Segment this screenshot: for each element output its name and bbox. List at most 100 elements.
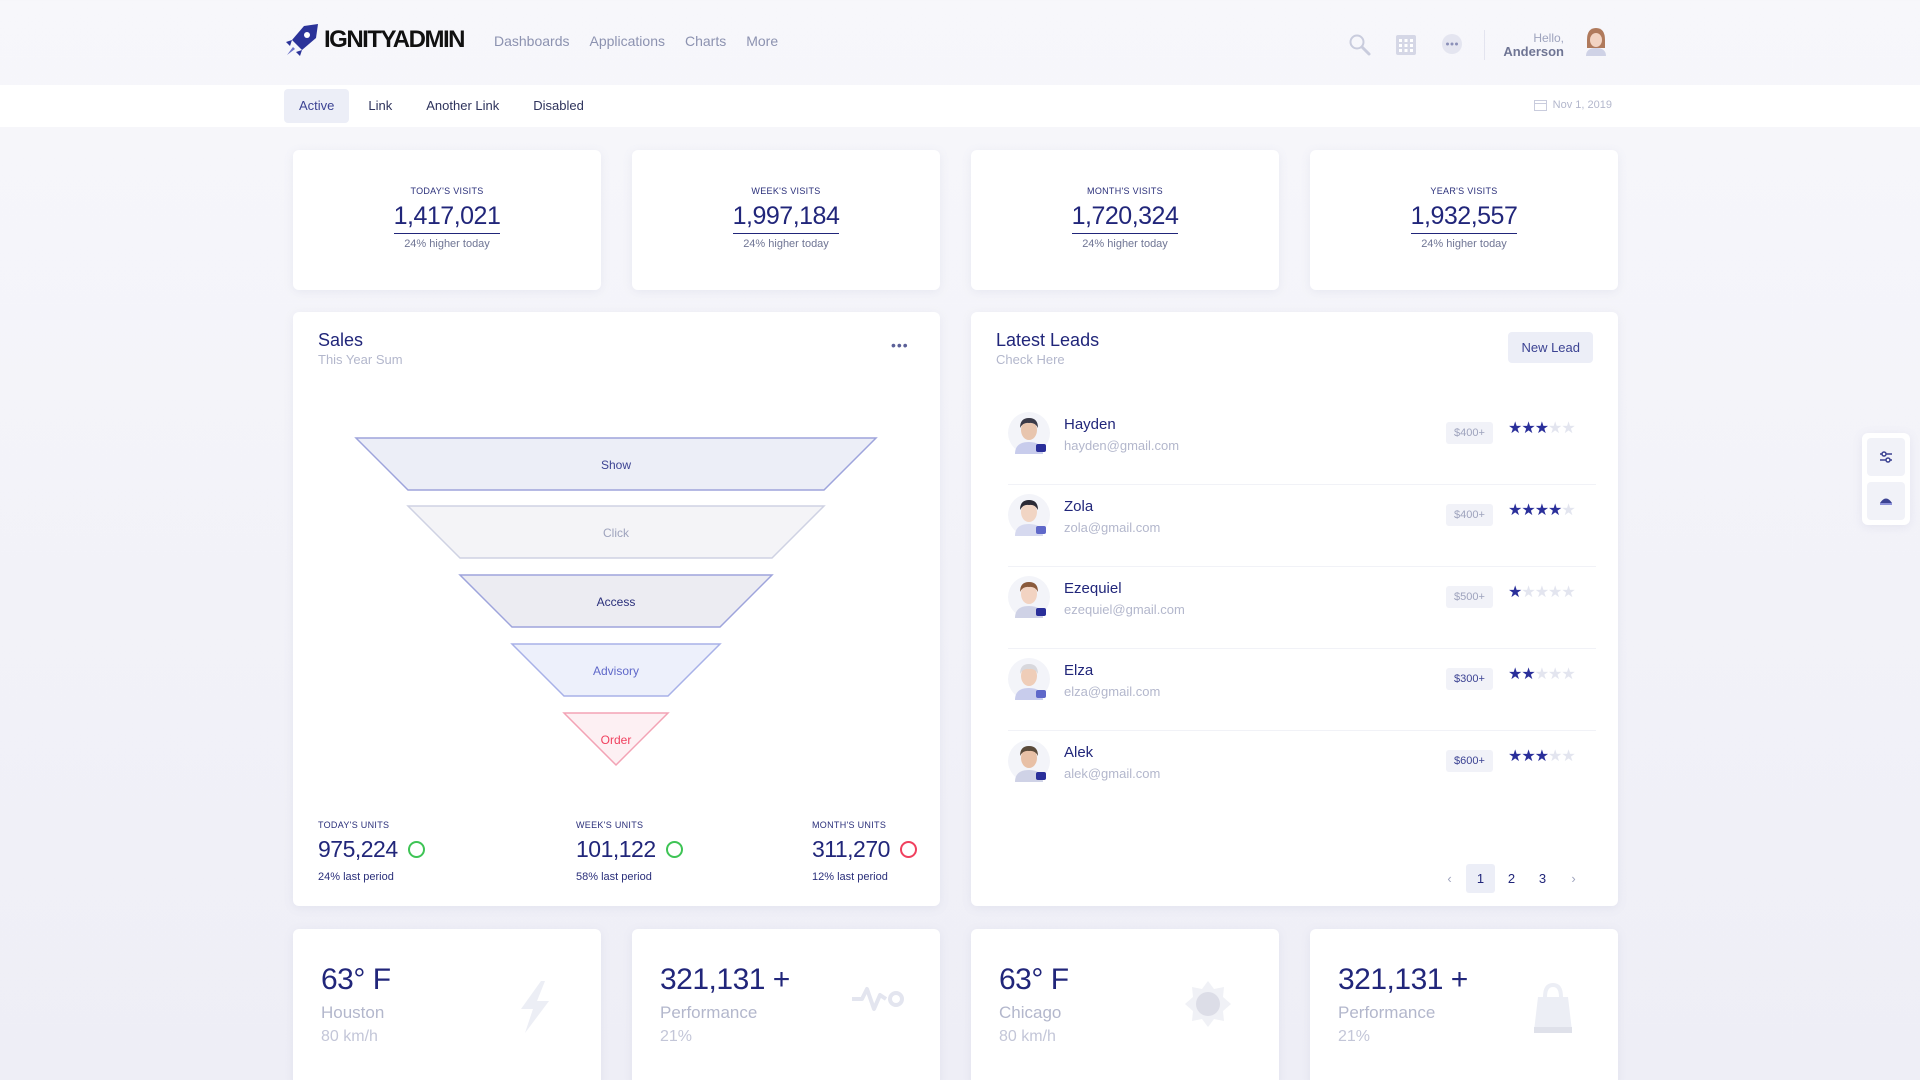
funnel-label: Advisory [593,664,639,678]
tab-another-link[interactable]: Another Link [411,89,514,123]
lead-email: hayden@gmail.com [1064,438,1180,453]
stat-sub: 24% higher today [743,238,829,250]
units-sub: 12% last period [812,871,888,883]
page-1[interactable]: 1 [1466,864,1495,893]
star-icon: ★ [1508,666,1522,683]
funnel-label: Order [601,733,632,747]
lead-name: Zola [1064,498,1094,515]
stat-card-year: YEAR'S VISITS 1,932,557 24% higher today [1310,150,1618,290]
lead-email: ezequiel@gmail.com [1064,602,1185,617]
lead-row[interactable]: Alek alek@gmail.com $600+ ★★★★★ [996,730,1596,812]
theme-icon[interactable] [1867,482,1905,520]
next-page-icon[interactable]: › [1559,864,1588,893]
star-rating: ★★★★★ [1508,746,1576,766]
star-icon: ★ [1561,748,1575,765]
performance-card-1: 321,131 + Performance 21% [632,929,940,1080]
stat-sub: 24% higher today [404,238,490,250]
units-sub: 58% last period [576,871,652,883]
floating-side-panel [1862,433,1910,525]
sun-icon [1185,981,1231,1027]
nav-charts[interactable]: Charts [685,33,726,49]
star-rating: ★★★★★ [1508,664,1576,684]
widget-sub: 21% [1338,1028,1371,1045]
units-today: TODAY'S UNITS 975,224 24% last period [318,820,425,883]
star-icon: ★ [1521,420,1535,437]
lead-avatar [1008,412,1050,454]
sales-subtitle: This Year Sum [318,352,403,367]
lead-price-badge: $500+ [1446,586,1493,608]
nav-applications[interactable]: Applications [590,33,666,49]
date-text: Nov 1, 2019 [1552,99,1612,111]
star-icon: ★ [1508,502,1522,519]
star-icon: ★ [1561,584,1575,601]
prev-page-icon[interactable]: ‹ [1435,864,1464,893]
units-value: 311,270 [812,836,890,862]
widget-name: Houston [321,1003,385,1022]
units-label: TODAY'S UNITS [318,820,390,830]
funnel-stage-order: Order [562,712,670,767]
lightning-icon [521,981,549,1033]
greeting-text: Hello, [1533,30,1564,45]
logo[interactable]: IGNITYADMIN [284,22,465,58]
nav-dashboards[interactable]: Dashboards [494,33,570,49]
star-icon: ★ [1548,584,1562,601]
status-ring-icon [899,841,917,858]
funnel-stage-advisory: Advisory [510,643,722,697]
units-week: WEEK'S UNITS 101,122 58% last period [576,820,683,883]
page-2[interactable]: 2 [1497,864,1526,893]
divider [1484,29,1486,60]
lead-price-badge: $300+ [1446,668,1493,690]
funnel-label: Access [597,595,636,609]
units-value-row: 101,122 [576,836,683,863]
funnel-stage-access: Access [458,574,774,628]
lead-row[interactable]: Hayden hayden@gmail.com $400+ ★★★★★ [996,402,1596,485]
lead-row[interactable]: Ezequiel ezequiel@gmail.com $500+ ★★★★★ [996,566,1596,649]
units-month: MONTH'S UNITS 311,270 12% last period [812,820,917,883]
page-3[interactable]: 3 [1528,864,1557,893]
stat-value: 1,997,184 [732,202,840,234]
star-icon: ★ [1521,748,1535,765]
tab-active[interactable]: Active [284,89,350,123]
calendar-grid-icon[interactable] [1392,31,1420,59]
tab-link[interactable]: Link [353,89,407,123]
leads-subtitle: Check Here [996,352,1065,367]
rocket-icon [286,24,318,56]
lead-row[interactable]: Zola zola@gmail.com $400+ ★★★★★ [996,484,1596,567]
search-icon[interactable] [1346,31,1374,59]
lead-price-badge: $400+ [1446,422,1493,444]
lead-price-badge: $600+ [1446,750,1493,772]
star-rating: ★★★★★ [1508,418,1576,438]
funnel-label: Show [601,458,631,472]
lead-email: elza@gmail.com [1064,684,1161,699]
stat-label: WEEK'S VISITS [751,186,821,196]
tabs: Active Link Another Link Disabled [284,89,599,123]
star-icon: ★ [1508,584,1522,601]
leads-card: Latest Leads Check Here New Lead Hayden h… [971,312,1618,906]
lead-row[interactable]: Elza elza@gmail.com $300+ ★★★★★ [996,648,1596,731]
user-greeting[interactable]: Hello, Anderson [1503,30,1564,58]
sales-card: Sales This Year Sum ••• Show Click Acces… [293,312,940,906]
units-value-row: 975,224 [318,836,425,863]
leads-title: Latest Leads [996,330,1100,350]
widget-value: 63° F [999,963,1069,996]
settings-sliders-icon[interactable] [1867,438,1905,476]
nav-more[interactable]: More [746,33,778,49]
star-icon: ★ [1534,502,1549,519]
lead-email: alek@gmail.com [1064,766,1161,781]
star-rating: ★★★★★ [1508,500,1576,520]
calendar-icon [1533,100,1547,111]
funnel-stage-show: Show [354,437,878,491]
stat-label: MONTH'S VISITS [1087,186,1163,196]
avatar[interactable] [1582,26,1610,63]
widget-sub: 21% [660,1028,693,1045]
more-options-icon[interactable]: ••• [891,338,909,352]
new-lead-button[interactable]: New Lead [1508,332,1593,363]
star-icon: ★ [1508,748,1522,765]
star-rating: ★★★★★ [1508,582,1576,602]
star-icon: ★ [1534,748,1549,765]
units-sub: 24% last period [318,871,394,883]
logo-text: IGNITYADMIN [324,26,465,53]
lead-name: Elza [1064,662,1094,679]
widget-name: Performance [1338,1003,1436,1022]
chat-bubble-icon[interactable] [1438,31,1466,59]
